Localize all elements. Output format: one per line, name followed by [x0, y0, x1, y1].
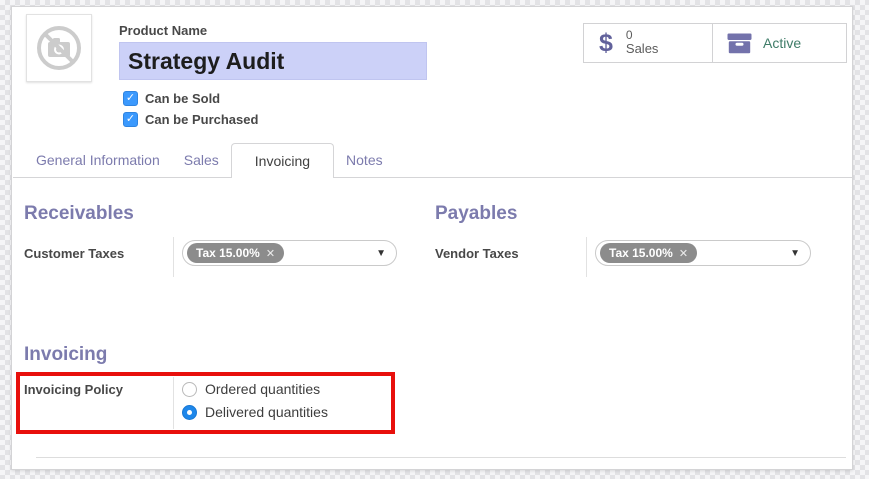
vendor-taxes-label: Vendor Taxes — [435, 246, 519, 261]
field-separator — [586, 237, 587, 277]
receivables-heading: Receivables — [24, 203, 134, 224]
payables-heading: Payables — [435, 203, 518, 224]
tab-invoicing[interactable]: Invoicing — [230, 143, 335, 178]
remove-tag-icon[interactable]: ✕ — [266, 247, 275, 260]
product-form-card: Product Name ✓ Can be Sold ✓ Can be Purc… — [11, 6, 853, 470]
remove-tag-icon[interactable]: ✕ — [679, 247, 688, 260]
field-separator — [173, 237, 174, 277]
can-be-sold-label: Can be Sold — [145, 91, 221, 106]
tab-sales[interactable]: Sales — [172, 143, 231, 177]
customer-taxes-dropdown[interactable]: Tax 15.00% ✕ ▼ — [182, 240, 397, 266]
chevron-down-icon[interactable]: ▼ — [790, 248, 800, 259]
customer-taxes-label: Customer Taxes — [24, 246, 125, 261]
archive-box-icon — [727, 33, 752, 53]
vendor-taxes-dropdown[interactable]: Tax 15.00% ✕ ▼ — [595, 240, 811, 266]
chevron-down-icon[interactable]: ▼ — [376, 248, 386, 259]
active-toggle-button[interactable]: Active — [712, 23, 847, 63]
sales-count: 0 — [625, 27, 633, 42]
can-be-purchased-checkbox[interactable]: ✓ — [123, 112, 138, 127]
active-label: Active — [763, 35, 802, 51]
product-name-input[interactable] — [119, 42, 427, 80]
no-camera-icon — [37, 26, 81, 70]
product-image-placeholder[interactable] — [26, 14, 92, 82]
tab-general-information[interactable]: General Information — [24, 143, 172, 177]
vendor-tax-tag-label: Tax 15.00% — [609, 246, 673, 260]
invoicing-heading: Invoicing — [24, 344, 108, 365]
tab-notes[interactable]: Notes — [334, 143, 395, 177]
notebook-tabbar: General Information Sales Invoicing Note… — [13, 143, 853, 178]
dollar-icon: $ — [599, 28, 613, 57]
product-name-label: Product Name — [119, 23, 208, 38]
annotation-highlight-box — [16, 372, 395, 434]
customer-tax-tag-label: Tax 15.00% — [196, 246, 260, 260]
can-be-sold-row: ✓ Can be Sold — [123, 91, 220, 106]
can-be-purchased-label: Can be Purchased — [145, 112, 259, 127]
customer-tax-tag: Tax 15.00% ✕ — [187, 243, 285, 263]
vendor-tax-tag: Tax 15.00% ✕ — [600, 243, 698, 263]
can-be-sold-checkbox[interactable]: ✓ — [123, 91, 138, 106]
can-be-purchased-row: ✓ Can be Purchased — [123, 112, 258, 127]
sales-stat-button[interactable]: $ 0 Sales — [583, 23, 713, 63]
divider — [36, 457, 846, 458]
sales-label: Sales — [625, 41, 659, 57]
